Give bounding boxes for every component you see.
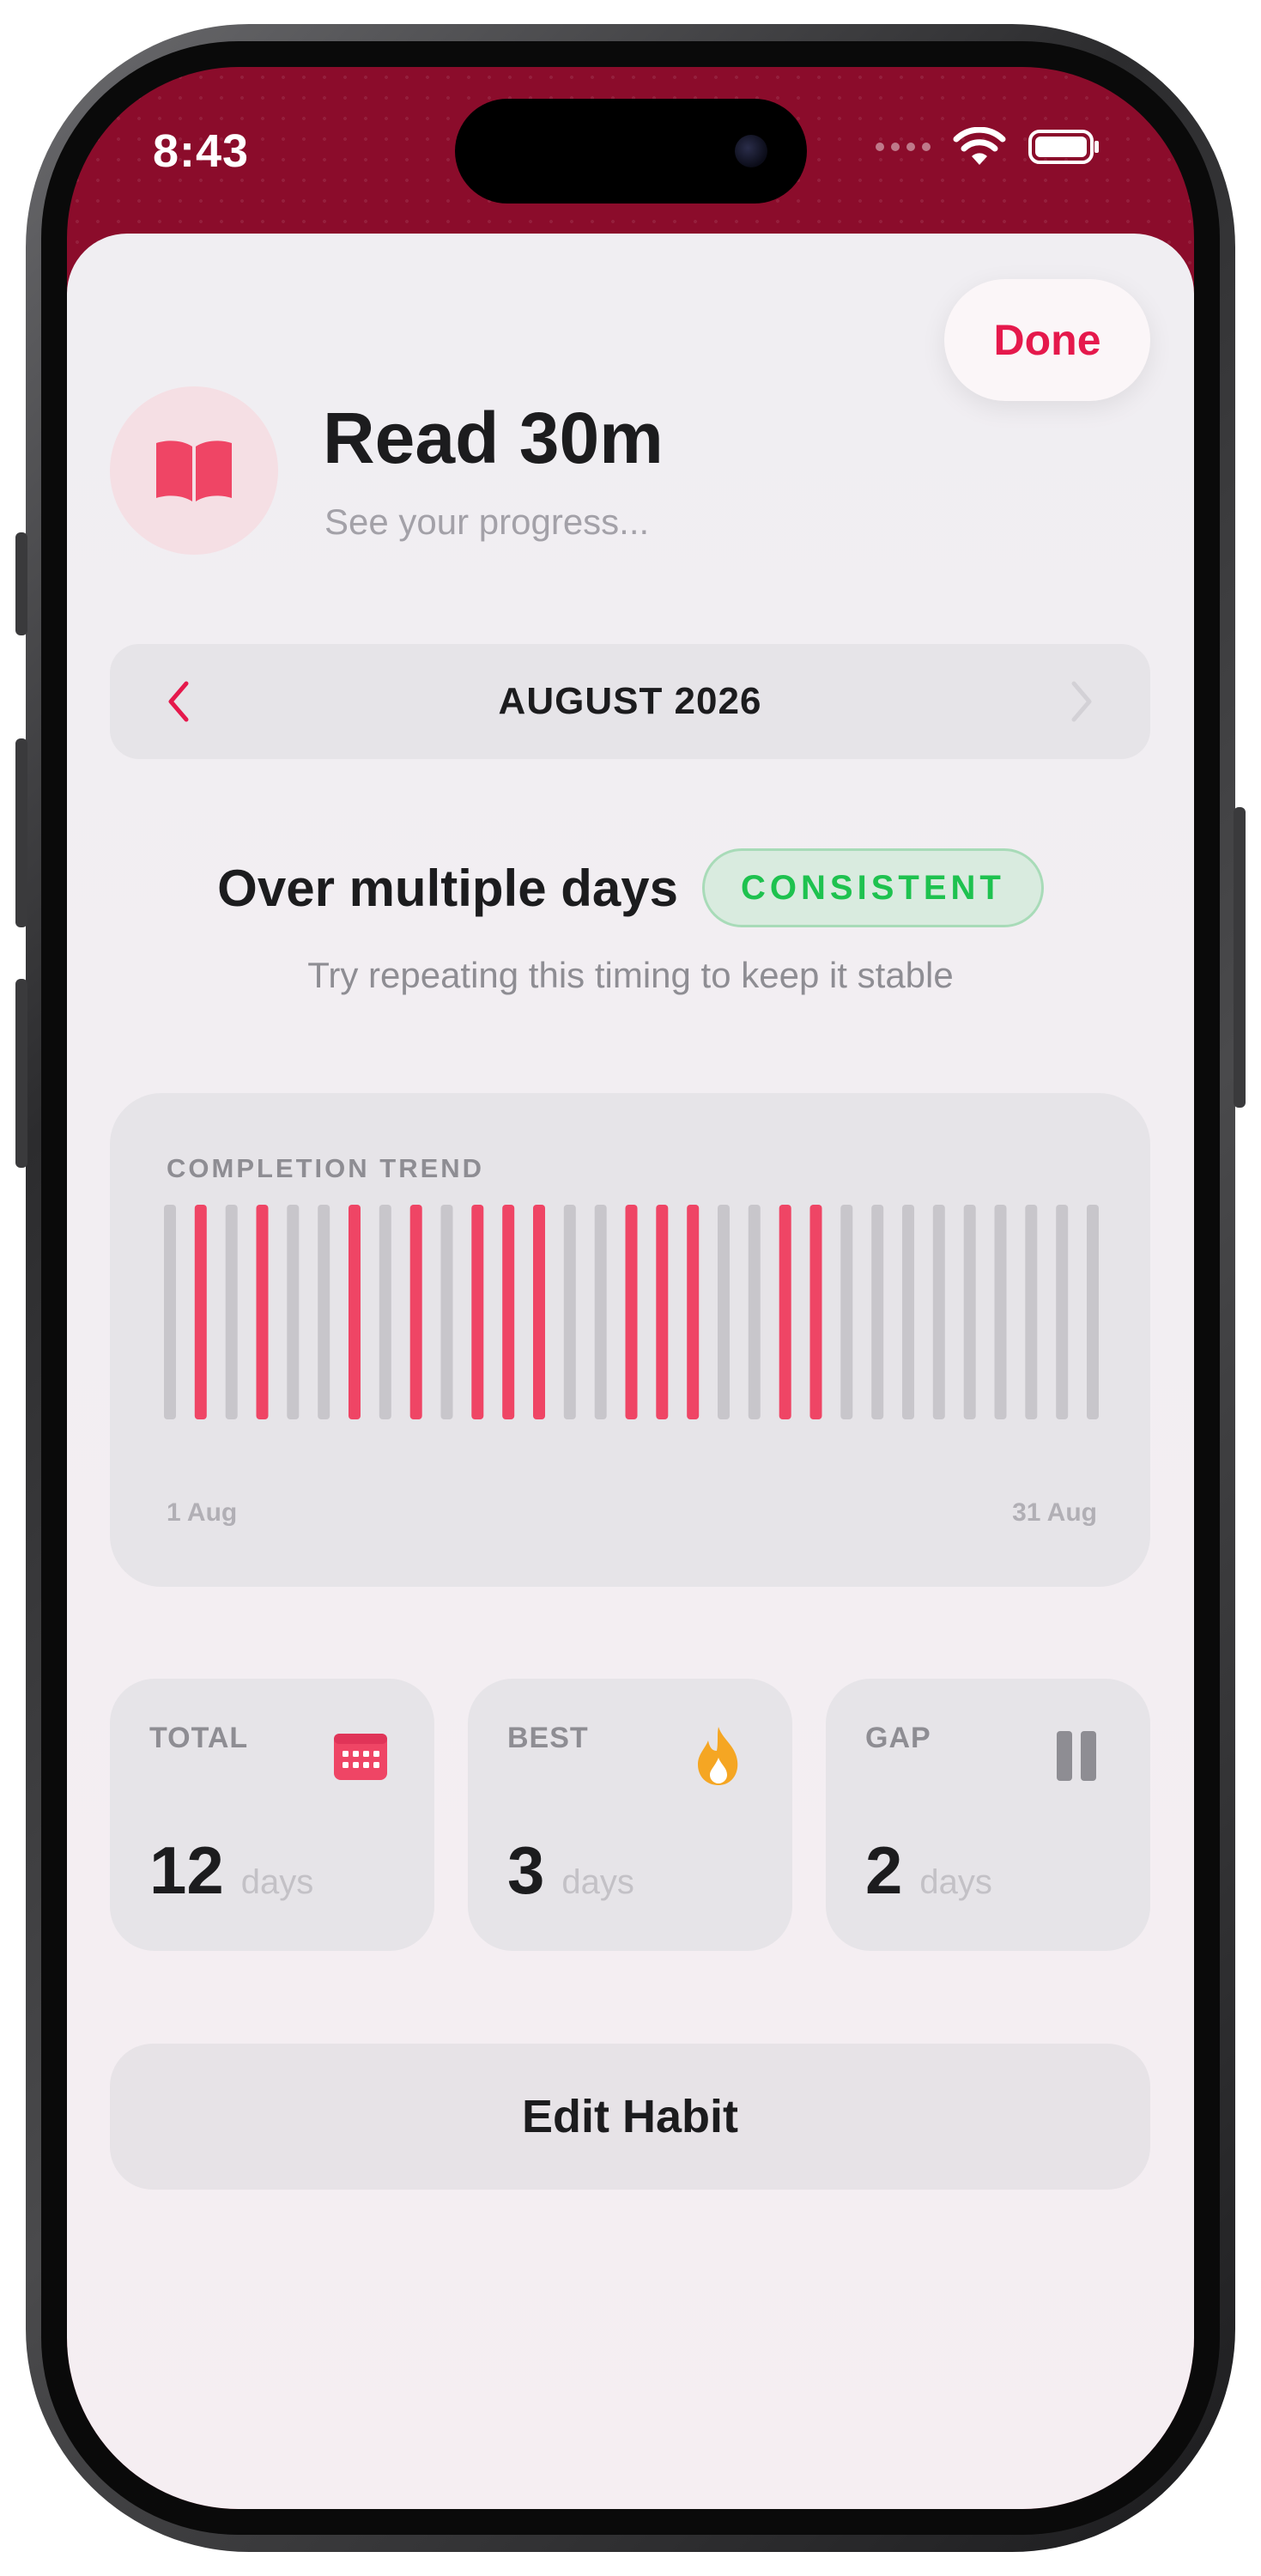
trend-bar-missed [902, 1205, 914, 1419]
trend-bar-missed [932, 1205, 945, 1419]
trend-bar-completed [349, 1205, 361, 1419]
wifi-icon [953, 127, 1006, 165]
trend-bar-missed [840, 1205, 853, 1419]
status-time: 8:43 [153, 125, 250, 177]
trend-bar-completed [471, 1205, 484, 1419]
habit-title: Read 30m [323, 398, 664, 478]
stat-card-gap: GAP 2 days [826, 1679, 1150, 1951]
trend-bar-completed [533, 1205, 545, 1419]
stat-label: TOTAL [149, 1722, 249, 1754]
pause-icon [1044, 1723, 1109, 1789]
habit-subtitle: See your progress... [324, 501, 650, 542]
stat-unit: days [919, 1863, 992, 1901]
cellular-signal-icon [876, 143, 931, 151]
consistency-badge: CONSISTENT [702, 848, 1044, 927]
trend-bar-missed [1056, 1205, 1069, 1419]
status-icons [876, 127, 1100, 167]
trend-bar-missed [164, 1205, 176, 1419]
trend-bar-missed [963, 1205, 976, 1419]
trend-bar-completed [194, 1205, 207, 1419]
book-icon [156, 440, 232, 501]
trend-bar-missed [440, 1205, 453, 1419]
trend-bar-completed [809, 1205, 822, 1419]
trend-bar-completed [779, 1205, 791, 1419]
trend-bar-missed [379, 1205, 391, 1419]
trend-bar-missed [994, 1205, 1007, 1419]
trend-bar-missed [718, 1205, 730, 1419]
next-month-button[interactable] [1056, 675, 1107, 728]
battery-icon [1028, 130, 1099, 164]
volume-down-button [15, 979, 27, 1168]
dynamic-island [455, 99, 807, 204]
stat-value: 2 [865, 1832, 903, 1908]
trend-bar-completed [687, 1205, 700, 1419]
month-switcher: AUGUST 2026 [110, 644, 1150, 759]
chevron-right-icon [1071, 681, 1092, 722]
stat-unit: days [240, 1863, 314, 1901]
trend-bar-completed [625, 1205, 638, 1419]
trend-bar-missed [594, 1205, 607, 1419]
habit-avatar [110, 386, 278, 555]
front-camera-icon [735, 135, 767, 167]
trend-bar-completed [409, 1205, 422, 1419]
trend-bar-completed [656, 1205, 669, 1419]
trend-bar-missed [225, 1205, 238, 1419]
action-button [15, 532, 27, 635]
calendar-icon [328, 1723, 393, 1789]
chevron-left-icon [168, 681, 189, 722]
insight-title: Over multiple days [217, 859, 679, 917]
flame-icon [686, 1723, 751, 1789]
insight-row: Over multiple days CONSISTENT [0, 848, 1261, 927]
trend-bar-missed [318, 1205, 330, 1419]
stat-label: GAP [865, 1722, 931, 1754]
trend-end-label: 31 Aug [1012, 1498, 1097, 1527]
trend-bar-missed [1025, 1205, 1038, 1419]
stat-value: 12 [149, 1832, 224, 1908]
stat-unit: days [561, 1863, 634, 1901]
done-button[interactable]: Done [944, 279, 1150, 401]
completion-trend-card: COMPLETION TREND 1 Aug 31 Aug [110, 1093, 1150, 1587]
month-label: AUGUST 2026 [498, 680, 762, 722]
trend-bar-missed [748, 1205, 761, 1419]
trend-start-label: 1 Aug [167, 1498, 238, 1527]
stat-value: 3 [507, 1832, 545, 1908]
trend-bar-missed [871, 1205, 884, 1419]
stat-label: BEST [507, 1722, 589, 1754]
completion-trend-chart [164, 1205, 1099, 1419]
stat-card-best: BEST 3 days [468, 1679, 792, 1951]
insight-subtitle: Try repeating this timing to keep it sta… [307, 955, 954, 995]
trend-bar-missed [563, 1205, 576, 1419]
trend-bar-completed [502, 1205, 515, 1419]
trend-bar-completed [256, 1205, 269, 1419]
stat-card-total: TOTAL 12 days [110, 1679, 434, 1951]
edit-habit-button[interactable]: Edit Habit [110, 2044, 1150, 2190]
trend-bar-missed [287, 1205, 300, 1419]
trend-bar-missed [1087, 1205, 1099, 1419]
previous-month-button[interactable] [153, 675, 204, 728]
